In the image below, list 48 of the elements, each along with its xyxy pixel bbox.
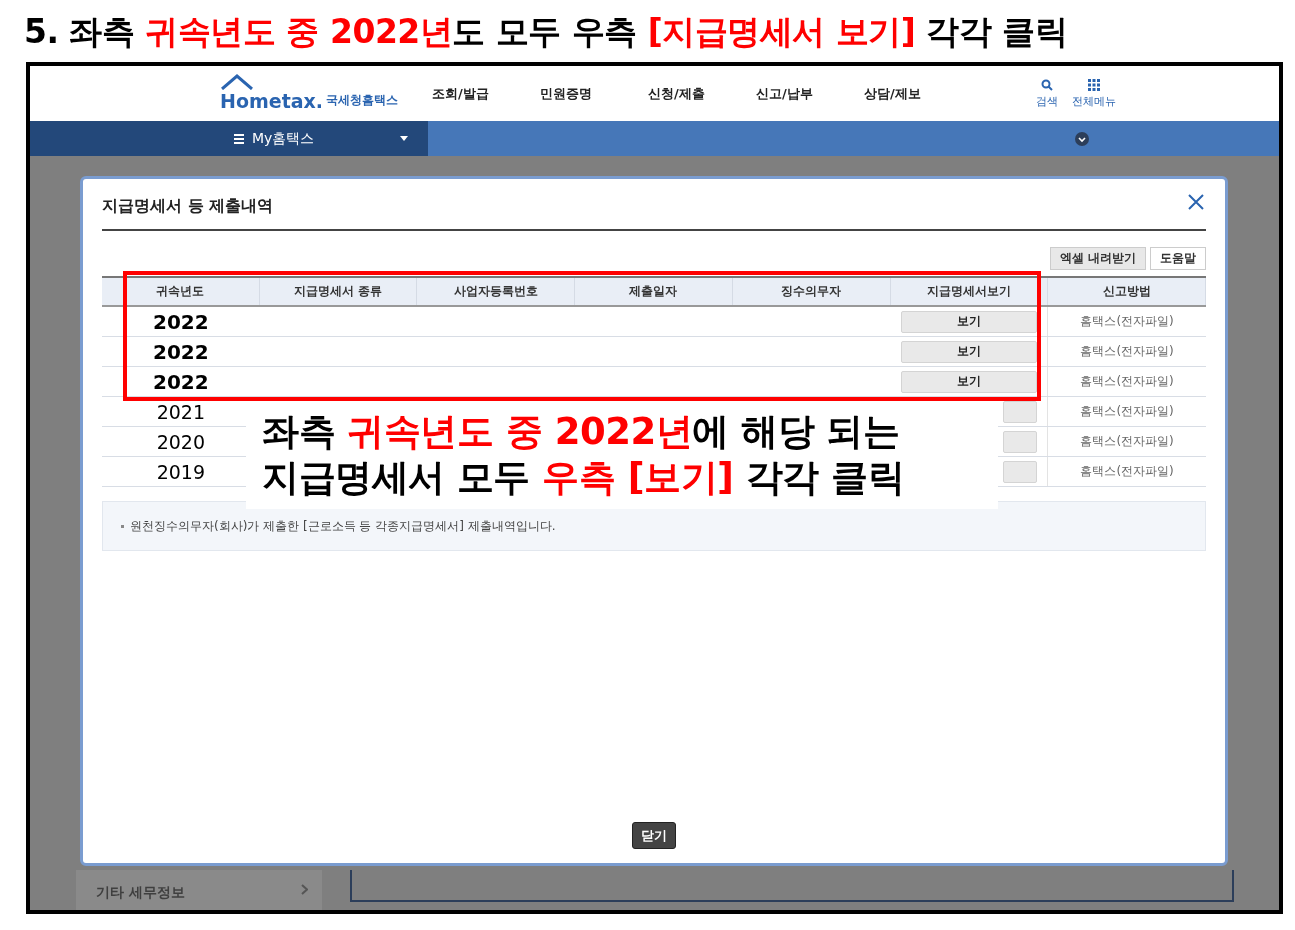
menu-item[interactable]: 조회/발급	[432, 84, 540, 103]
year-cell: 2022	[153, 370, 209, 393]
menu-item[interactable]: 상담/제보	[864, 84, 972, 103]
menu-item[interactable]: 신청/제출	[648, 84, 756, 103]
search-icon	[1041, 78, 1053, 91]
column-header: 징수의무자	[732, 278, 891, 305]
column-header: 사업자등록번호	[417, 278, 576, 305]
chevron-right-icon	[301, 884, 308, 895]
menu-item[interactable]: 신고/납부	[756, 84, 864, 103]
method-cell: 홈택스(전자파일)	[1080, 433, 1174, 450]
column-header: 신고방법	[1048, 278, 1206, 305]
instruction-heading: 5. 좌측 귀속년도 중 2022년도 모두 우측 [지급명세서 보기] 각각 클릭	[23, 11, 1069, 53]
note-text: 원천징수의무자(회사)가 제출한 [근로소득 등 각종지급명세서] 제출내역입니다.	[130, 517, 556, 535]
year-cell: 2020	[156, 430, 206, 453]
method-cell: 홈택스(전자파일)	[1080, 313, 1174, 330]
view-button[interactable]: 보기	[900, 310, 1037, 333]
logo-subtitle: 국세청홈택스	[326, 91, 398, 109]
view-button[interactable]: 보기	[900, 340, 1037, 363]
bullet-icon	[121, 524, 124, 528]
close-button[interactable]: 닫기	[632, 822, 676, 849]
search-button[interactable]: 검색	[1036, 78, 1058, 109]
column-header: 제출일자	[575, 278, 733, 305]
toolbar-button[interactable]: 도움말	[1150, 247, 1206, 270]
dialog-title: 지급명세서 등 제출내역	[102, 195, 274, 217]
annotation-text: 지급명세서 모두 우측 [보기] 각각 클릭	[262, 455, 905, 501]
logo-text[interactable]: Hometax.	[220, 89, 323, 112]
year-cell: 2022	[153, 340, 209, 363]
toolbar-button[interactable]: 엑셀 내려받기	[1049, 247, 1146, 270]
all-menu-button[interactable]: 전체메뉴	[1072, 78, 1116, 109]
close-icon[interactable]	[1188, 194, 1204, 210]
menu-icon	[234, 133, 244, 144]
view-button[interactable]: 보기	[900, 370, 1037, 393]
year-cell: 2021	[156, 400, 206, 423]
view-button[interactable]	[1002, 400, 1037, 423]
column-header: 지급명세서보기	[890, 278, 1049, 305]
method-cell: 홈택스(전자파일)	[1080, 463, 1174, 480]
chevron-down-icon[interactable]	[1075, 131, 1089, 146]
annotation-text: 좌측 귀속년도 중 2022년에 해당 되는	[262, 409, 900, 455]
method-cell: 홈택스(전자파일)	[1080, 343, 1174, 360]
year-cell: 2019	[156, 460, 206, 483]
grid-icon	[1088, 78, 1100, 91]
column-header: 지급명세서 종류	[259, 278, 418, 305]
method-cell: 홈택스(전자파일)	[1080, 373, 1174, 390]
year-cell: 2022	[153, 310, 209, 333]
caret-icon	[400, 136, 408, 141]
method-cell: 홈택스(전자파일)	[1080, 403, 1174, 420]
menu-item[interactable]: 민원증명	[540, 84, 648, 103]
column-header: 귀속년도	[102, 278, 260, 305]
